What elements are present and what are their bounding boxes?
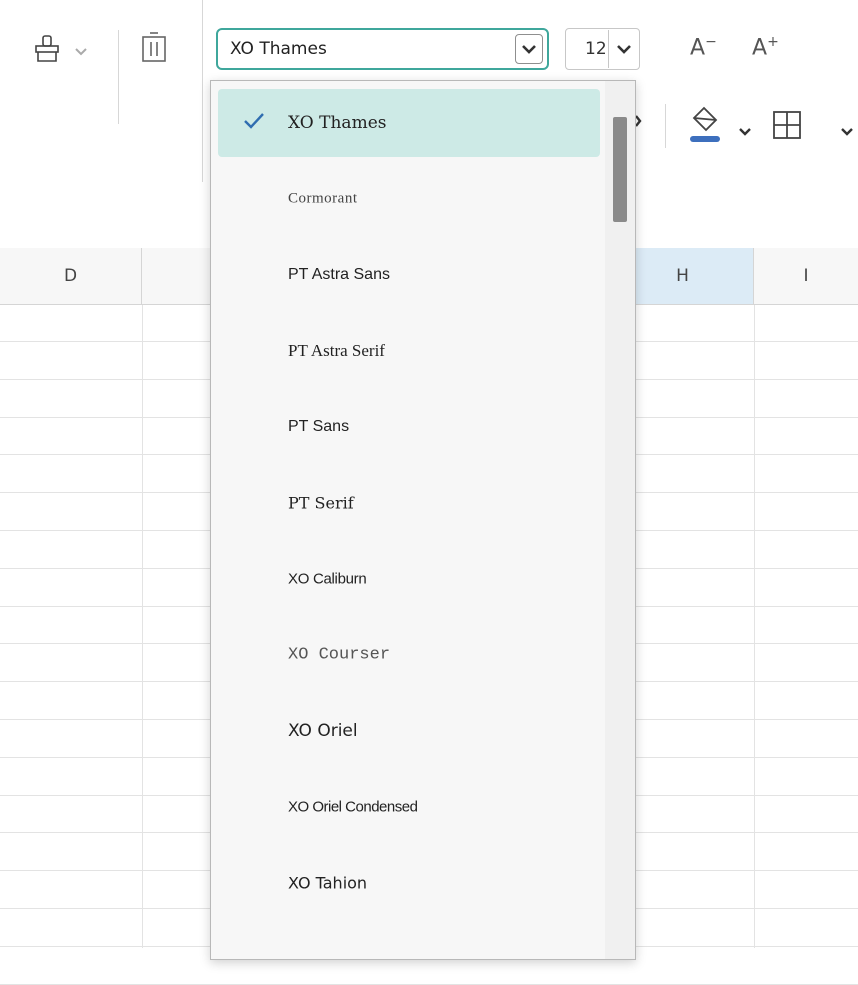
paint-format-dropdown-icon[interactable] [74, 42, 88, 61]
toolbar-separator [202, 0, 203, 182]
font-family-select[interactable]: XO Thames [216, 28, 549, 70]
font-option-label: XO Thames [288, 113, 387, 133]
clear-icon[interactable] [140, 30, 168, 68]
font-option-label: PT Astra Sans [288, 266, 390, 283]
font-size-value: 12 [585, 39, 607, 59]
increase-font-size-glyph: A [752, 35, 768, 61]
decrease-font-size-button[interactable]: A− [690, 34, 717, 60]
font-option-xo-oriel[interactable]: XO Oriel [218, 697, 600, 765]
font-option-cormorant[interactable]: Cormorant [218, 165, 600, 233]
font-option-label: XO Courser [288, 645, 391, 665]
column-gridline [754, 305, 755, 948]
scrollbar-thumb[interactable] [613, 117, 627, 222]
chevron-down-icon[interactable] [608, 30, 640, 68]
fill-color-icon[interactable] [688, 104, 722, 148]
font-option-xo-courser[interactable]: XO Courser [218, 621, 600, 689]
chevron-down-icon[interactable] [515, 34, 543, 64]
font-option-label: XO Oriel [288, 721, 358, 741]
font-option-pt-astra-serif[interactable]: PT Astra Serif [218, 317, 600, 385]
font-option-label: PT Astra Serif [288, 341, 385, 360]
font-option-label: Cormorant [288, 190, 358, 207]
toolbar-separator [118, 30, 119, 124]
font-option-pt-astra-sans[interactable]: PT Astra Sans [218, 241, 600, 309]
font-option-xo-thames[interactable]: XO Thames [218, 89, 600, 157]
font-option-pt-serif[interactable]: PT Serif [218, 469, 600, 537]
column-header-label: H [676, 266, 689, 286]
borders-dropdown-icon[interactable] [840, 122, 854, 141]
font-option-xo-tahion[interactable]: XO Tahion [218, 849, 600, 917]
font-option-xo-oriel-condensed[interactable]: XO Oriel Condensed [218, 773, 600, 841]
paint-format-icon[interactable] [34, 34, 60, 68]
column-gridline [142, 305, 143, 948]
dropdown-scrollbar[interactable] [605, 81, 635, 959]
toolbar-separator [665, 104, 666, 148]
column-header-d[interactable]: D [0, 248, 142, 304]
font-size-select[interactable]: 12 [565, 28, 640, 70]
font-family-dropdown[interactable]: XO Thames Cormorant PT Astra Sans PT Ast… [210, 80, 636, 960]
font-family-value: XO Thames [230, 39, 327, 59]
borders-icon[interactable] [772, 110, 802, 144]
fill-color-dropdown-icon[interactable] [738, 122, 752, 141]
font-option-label: XO Tahion [288, 873, 368, 893]
column-header-label: I [803, 266, 809, 286]
decrease-font-size-sup: − [705, 34, 717, 50]
increase-font-size-button[interactable]: A+ [752, 34, 779, 60]
font-option-label: PT Sans [288, 418, 350, 435]
font-option-xo-caliburn[interactable]: XO Caliburn [218, 545, 600, 613]
decrease-font-size-glyph: A [690, 35, 706, 61]
font-option-pt-sans[interactable]: PT Sans [218, 393, 600, 461]
font-option-label: XO Oriel Condensed [288, 798, 418, 816]
font-option-label: XO Caliburn [288, 570, 367, 588]
chevron-down-icon[interactable] [635, 112, 644, 134]
increase-font-size-sup: + [767, 34, 779, 50]
checkmark-icon [242, 111, 266, 135]
column-header-label: D [63, 266, 78, 286]
font-option-label: PT Serif [288, 493, 354, 513]
column-header-i[interactable]: I [754, 248, 858, 304]
